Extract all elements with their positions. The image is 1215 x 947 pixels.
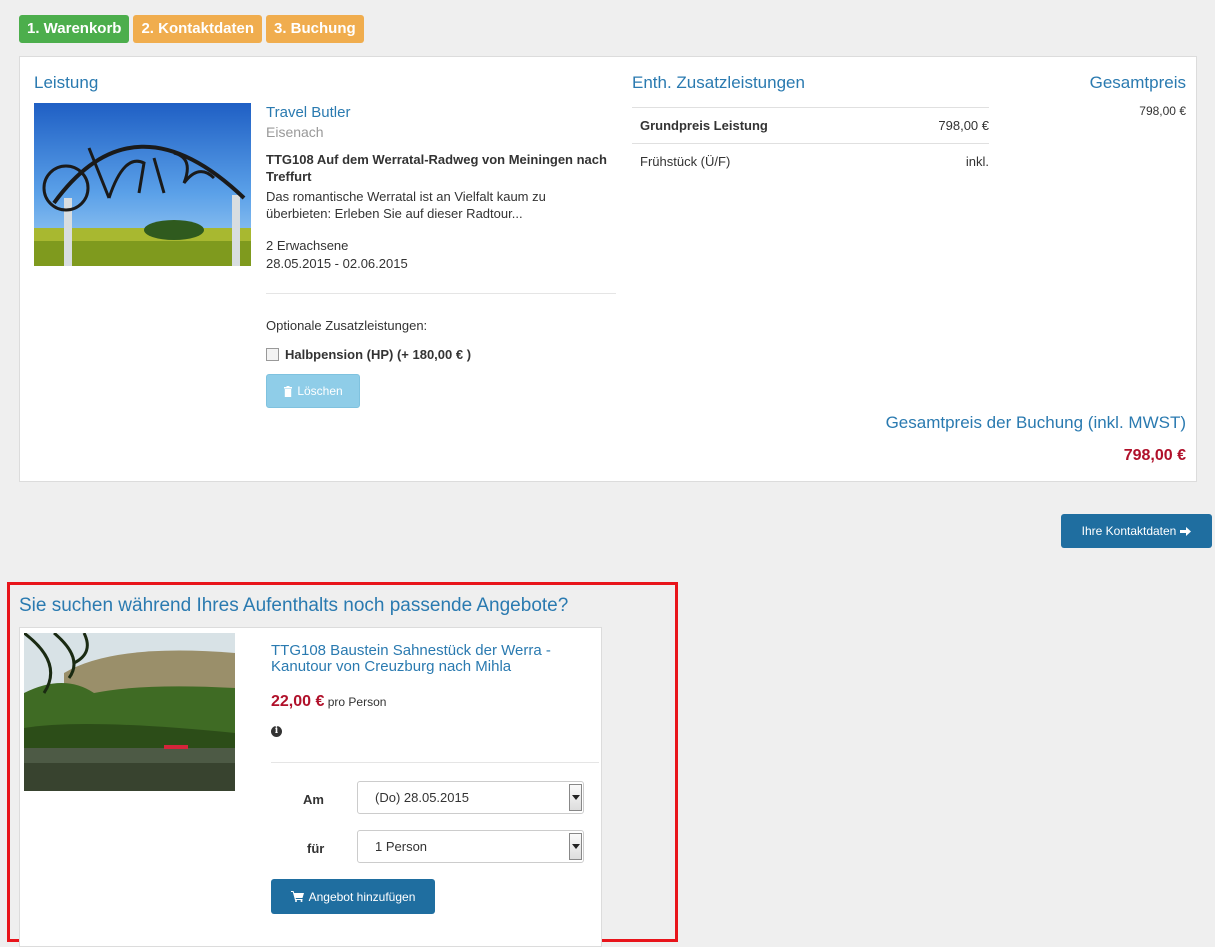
add-offer-label: Angebot hinzufügen (308, 889, 416, 904)
heading-total: Gesamtpreis (1089, 73, 1186, 92)
contact-data-button[interactable]: Ihre Kontaktdaten (1061, 514, 1212, 548)
offer-price-unit: pro Person (327, 695, 387, 709)
table-row: Frühstück (Ü/F) inkl. (632, 143, 989, 179)
item-total: 798,00 € (1139, 104, 1186, 118)
product-image (34, 103, 251, 266)
offer-price-row: 22,00 € pro Person (271, 693, 386, 711)
extras-table: Grundpreis Leistung 798,00 € Frühstück (… (632, 107, 989, 179)
offer-title[interactable]: TTG108 Baustein Sahnestück der Werra - K… (271, 643, 601, 675)
delete-label: Löschen (297, 384, 343, 398)
halbpension-label: Halbpension (HP) (+ 180,00 € ) (285, 347, 472, 362)
travel-dates: 28.05.2015 - 02.06.2015 (266, 256, 408, 271)
step-buchung[interactable]: 3. Buchung (265, 15, 364, 43)
date-label: Am (303, 792, 324, 807)
info-icon[interactable]: i (271, 726, 282, 737)
chevron-down-icon[interactable] (569, 784, 582, 811)
persons-label: für (307, 841, 325, 856)
delete-button[interactable]: Löschen (266, 374, 360, 408)
add-offer-button[interactable]: Angebot hinzufügen (271, 879, 435, 914)
heading-extras: Enth. Zusatzleistungen (632, 73, 805, 92)
extra-value: inkl. (885, 143, 989, 179)
offers-section: Sie suchen während Ihres Aufenthalts noc… (7, 582, 678, 947)
offer-card: TTG108 Baustein Sahnestück der Werra - K… (19, 627, 602, 947)
optional-extra-row[interactable]: Halbpension (HP) (+ 180,00 € ) (266, 347, 471, 362)
trash-icon (283, 385, 293, 397)
offers-title: Sie suchen während Ihres Aufenthalts noc… (19, 595, 569, 616)
chevron-down-icon[interactable] (569, 833, 582, 860)
persons-select[interactable]: 1 Person (357, 830, 584, 863)
date-select-value: (Do) 28.05.2015 (375, 790, 469, 805)
provider-name[interactable]: Travel Butler (266, 104, 350, 121)
step-kontaktdaten[interactable]: 2. Kontaktdaten (133, 15, 262, 43)
provider-city: Eisenach (266, 124, 324, 140)
arrow-right-icon (1180, 526, 1192, 537)
date-select[interactable]: (Do) 28.05.2015 (357, 781, 584, 814)
cart-icon (290, 891, 304, 902)
booking-total-value: 798,00 € (1123, 447, 1186, 464)
offer-price: 22,00 € (271, 693, 325, 710)
heading-service: Leistung (34, 73, 99, 92)
divider (271, 762, 599, 763)
extra-label: Frühstück (Ü/F) (632, 143, 886, 179)
checkout-steps: 1. Warenkorb 2. Kontaktdaten 3. Buchung (19, 15, 364, 43)
table-row: Grundpreis Leistung 798,00 € (632, 107, 989, 144)
divider (266, 293, 616, 294)
offer-image (24, 633, 235, 791)
extra-value: 798,00 € (885, 107, 989, 144)
booking-total-label: Gesamtpreis der Buchung (inkl. MWST) (885, 413, 1186, 432)
product-description: Das romantische Werratal ist an Vielfalt… (266, 189, 546, 221)
contact-data-label: Ihre Kontaktdaten (1081, 524, 1177, 538)
product-title: TTG108 Auf dem Werratal-Radweg von Meini… (266, 152, 607, 184)
cart-panel: Leistung Enth. Zusatzleistungen Gesamtpr… (19, 56, 1197, 482)
step-warenkorb[interactable]: 1. Warenkorb (19, 15, 130, 43)
halbpension-checkbox[interactable] (266, 348, 279, 361)
persons-select-value: 1 Person (375, 839, 428, 854)
extra-label: Grundpreis Leistung (632, 107, 886, 144)
optional-extras-label: Optionale Zusatzleistungen: (266, 318, 428, 333)
persons: 2 Erwachsene (266, 238, 349, 253)
